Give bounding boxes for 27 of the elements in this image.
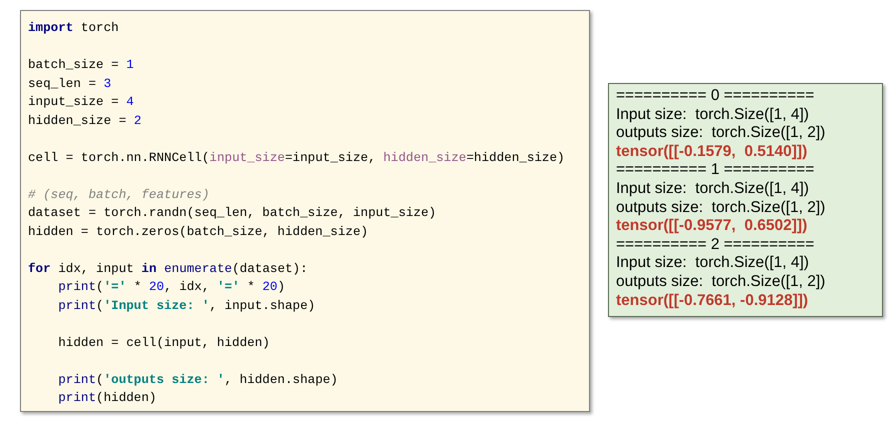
code-line: seq_len = 3 [28, 76, 112, 92]
code-line: input_size = 4 [28, 94, 134, 111]
code-line: batch_size = 1 [28, 57, 134, 74]
separator-line: ========== 1 ========== [616, 161, 814, 180]
code-line: hidden_size = 2 [28, 112, 142, 130]
output-line: outputs size: torch.Size([1, 2]) [616, 198, 826, 218]
code-line: cell = torch.nn.RNNCell(input_size=input_size, hidden_size=hidden_size) [28, 150, 565, 166]
code-line: for idx, input in enumerate(dataset): [28, 260, 308, 278]
code-line: print('Input size: ', input.shape) [58, 298, 316, 314]
code-line: print(hidden) [58, 390, 156, 407]
code-line: import torch [28, 20, 119, 37]
output-line: tensor([[-0.7661, -0.9128]]) [616, 292, 808, 310]
code-line: hidden = cell(input, hidden) [58, 334, 270, 352]
output-line: tensor([[-0.1579, 0.5140]]) [616, 142, 808, 162]
output-line: tensor([[-0.9577, 0.6502]]) [616, 217, 808, 236]
output-line: outputs size: torch.Size([1, 2]) [616, 124, 826, 143]
separator-line: ========== 0 ========== [616, 87, 814, 106]
code-line: print('outputs size: ', hidden.shape) [58, 372, 338, 388]
code-line: print('=' * 20, idx, '=' * 20) [58, 279, 286, 296]
output-line: Input size: torch.Size([1, 4]) [616, 254, 809, 273]
code-line: dataset = torch.randn(seq_len, batch_size, input_size) [28, 205, 436, 222]
output-line: Input size: torch.Size([1, 4]) [616, 180, 809, 199]
output-line: outputs size: torch.Size([1, 2]) [616, 272, 826, 292]
code-line: hidden = torch.zeros(batch_size, hidden_size) [28, 224, 368, 240]
code-line: # (seq, batch, features) [28, 186, 210, 204]
separator-line: ========== 2 ========== [616, 236, 814, 254]
output-line: Input size: torch.Size([1, 4]) [616, 106, 809, 124]
